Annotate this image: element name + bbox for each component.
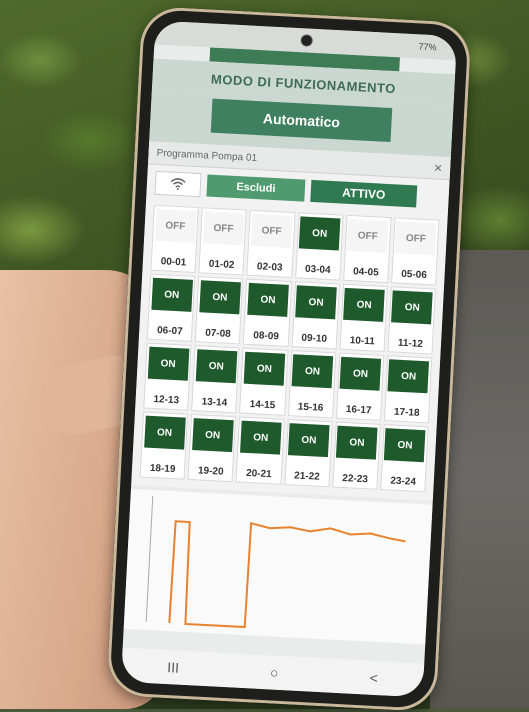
slot-time-label: 15-16 xyxy=(297,401,324,414)
mode-automatico-button[interactable]: Automatico xyxy=(210,98,393,143)
schedule-cell[interactable]: ON 11-12 xyxy=(387,286,436,355)
slot-time-label: 04-05 xyxy=(352,266,379,279)
chart-y-axis xyxy=(145,496,154,622)
slot-time-label: 06-07 xyxy=(156,325,183,338)
schedule-cell[interactable]: ON 03-04 xyxy=(294,212,344,281)
schedule-cell[interactable]: OFF 00-01 xyxy=(150,204,199,273)
escludi-button[interactable]: Escludi xyxy=(206,174,306,202)
chart-svg xyxy=(145,496,406,629)
schedule-cell[interactable]: ON 15-16 xyxy=(287,350,337,419)
slot-state-toggle[interactable]: ON xyxy=(147,346,189,381)
slot-state-toggle[interactable]: ON xyxy=(195,349,238,384)
slot-time-label: 03-04 xyxy=(304,263,331,277)
slot-time-label: 18-19 xyxy=(149,462,176,476)
recent-apps-button[interactable]: III xyxy=(167,659,179,676)
schedule-cell[interactable]: ON 18-19 xyxy=(139,411,189,480)
pump-program-dialog: Programma Pompa 01 × Escludi ATTIVO OFF 0… xyxy=(131,141,451,501)
close-icon[interactable]: × xyxy=(434,159,443,175)
slot-time-label: 12-13 xyxy=(153,393,180,407)
schedule-cell[interactable]: ON 23-24 xyxy=(380,424,429,493)
schedule-cell[interactable]: OFF 05-06 xyxy=(390,217,440,286)
slot-time-label: 17-18 xyxy=(393,406,420,419)
slot-time-label: 11-12 xyxy=(397,337,424,350)
slot-state-toggle[interactable]: OFF xyxy=(346,218,389,253)
schedule-cell[interactable]: ON 07-08 xyxy=(194,276,244,345)
slot-time-label: 21-22 xyxy=(293,470,320,483)
slot-state-toggle[interactable]: ON xyxy=(343,287,385,322)
schedule-cell[interactable]: ON 12-13 xyxy=(143,342,192,411)
slot-time-label: 01-02 xyxy=(208,258,235,272)
android-nav-bar: III ○ < xyxy=(120,647,425,698)
schedule-cell[interactable]: ON 19-20 xyxy=(187,413,237,483)
phone-screen: 77% MODO DI FUNZIONAMENTO Automatico Pro… xyxy=(120,20,458,698)
slot-state-toggle[interactable]: ON xyxy=(298,216,341,251)
schedule-cell[interactable]: ON 06-07 xyxy=(146,273,196,342)
slot-state-toggle[interactable]: ON xyxy=(391,290,434,325)
schedule-cell[interactable]: ON 09-10 xyxy=(291,281,340,350)
slot-state-toggle[interactable]: ON xyxy=(288,423,330,458)
pressure-chart xyxy=(123,488,433,645)
slot-state-toggle[interactable]: OFF xyxy=(395,221,437,256)
schedule-cell[interactable]: ON 17-18 xyxy=(383,355,433,424)
dialog-title: Programma Pompa 01 xyxy=(156,147,258,164)
slot-state-toggle[interactable]: ON xyxy=(150,277,193,312)
schedule-cell[interactable]: ON 10-11 xyxy=(339,283,388,352)
wifi-icon xyxy=(170,178,186,190)
slot-state-toggle[interactable]: ON xyxy=(291,354,334,389)
attivo-button[interactable]: ATTIVO xyxy=(310,179,418,208)
schedule-cell[interactable]: ON 20-21 xyxy=(235,416,285,485)
slot-time-label: 07-08 xyxy=(204,327,232,340)
battery-level: 77% xyxy=(418,41,437,53)
slot-state-toggle[interactable]: OFF xyxy=(202,211,245,246)
back-button[interactable]: < xyxy=(369,670,378,686)
slot-time-label: 14-15 xyxy=(249,399,276,412)
slot-state-toggle[interactable]: ON xyxy=(143,415,186,450)
slot-state-toggle[interactable]: ON xyxy=(199,280,241,315)
slot-state-toggle[interactable]: ON xyxy=(384,428,426,463)
slot-time-label: 16-17 xyxy=(345,404,372,417)
slot-state-toggle[interactable]: ON xyxy=(295,285,337,320)
schedule-cell[interactable]: ON 08-09 xyxy=(243,278,292,347)
schedule-cell[interactable]: OFF 02-03 xyxy=(246,209,296,279)
schedule-cell[interactable]: ON 21-22 xyxy=(283,418,333,488)
slot-state-toggle[interactable]: ON xyxy=(336,425,378,460)
slot-time-label: 02-03 xyxy=(256,261,283,274)
slot-state-toggle[interactable]: ON xyxy=(339,356,382,391)
chart-series-line xyxy=(168,520,406,629)
slot-time-label: 00-01 xyxy=(160,256,187,269)
slot-time-label: 08-09 xyxy=(253,330,280,343)
schedule-cell[interactable]: OFF 01-02 xyxy=(198,207,248,276)
slot-time-label: 13-14 xyxy=(201,396,228,409)
schedule-cell[interactable]: ON 22-23 xyxy=(331,421,381,490)
slot-time-label: 09-10 xyxy=(301,332,328,345)
slot-state-toggle[interactable]: OFF xyxy=(250,213,293,248)
schedule-cell[interactable]: OFF 04-05 xyxy=(342,214,392,284)
slot-state-toggle[interactable]: ON xyxy=(387,359,430,394)
slot-state-toggle[interactable]: OFF xyxy=(154,208,197,243)
slot-state-toggle[interactable]: ON xyxy=(243,351,286,386)
schedule-cell[interactable]: ON 13-14 xyxy=(191,345,240,414)
slot-state-toggle[interactable]: ON xyxy=(239,420,282,455)
slot-time-label: 22-23 xyxy=(341,472,369,486)
schedule-cell[interactable]: ON 16-17 xyxy=(335,352,385,421)
slot-time-label: 10-11 xyxy=(349,335,376,348)
slot-time-label: 05-06 xyxy=(400,268,428,282)
home-button[interactable]: ○ xyxy=(270,664,279,680)
slot-time-label: 23-24 xyxy=(390,475,417,488)
slot-time-label: 19-20 xyxy=(197,465,224,478)
slot-state-toggle[interactable]: ON xyxy=(191,418,234,453)
smartphone: 77% MODO DI FUNZIONAMENTO Automatico Pro… xyxy=(106,5,472,712)
schedule-cell[interactable]: ON 14-15 xyxy=(239,347,288,416)
slot-state-toggle[interactable]: ON xyxy=(247,282,289,317)
slot-time-label: 20-21 xyxy=(245,467,272,481)
wifi-button[interactable] xyxy=(154,170,202,198)
hourly-schedule-grid: OFF 00-01 OFF 01-02 OFF 02-03 ON 03-04 OFF 04-05 O… xyxy=(131,200,448,500)
